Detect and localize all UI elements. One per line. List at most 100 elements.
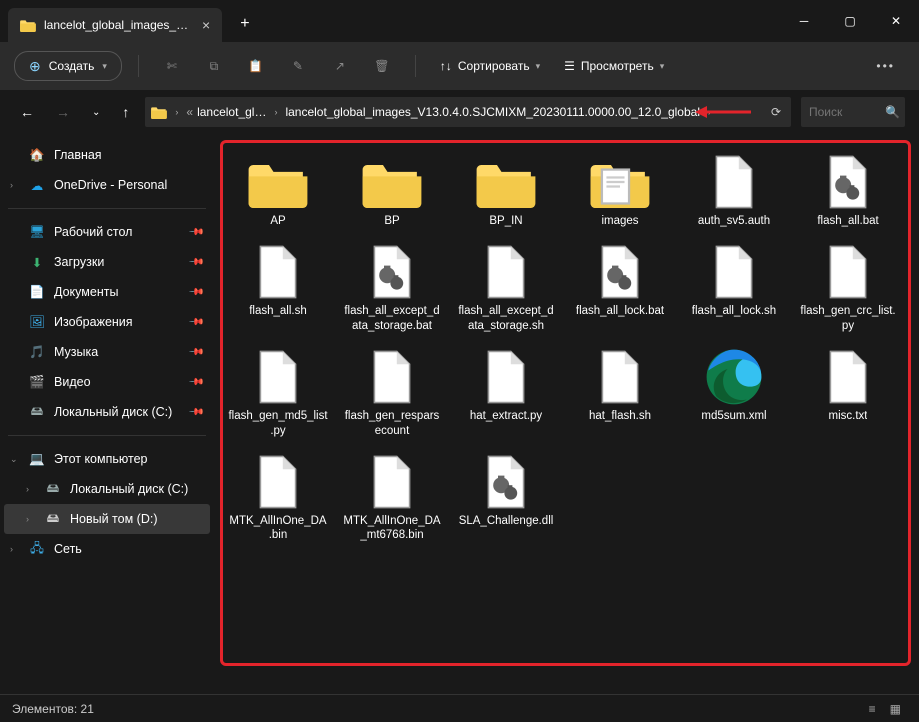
blank-icon	[710, 243, 758, 301]
folder-icon	[360, 156, 424, 208]
sidebar-label: Локальный диск (C:)	[54, 405, 172, 419]
search-input[interactable]	[809, 105, 879, 119]
paste-icon[interactable]: 📋	[239, 49, 273, 83]
file-item[interactable]: hat_flash.sh	[566, 343, 674, 442]
delete-icon[interactable]: 🗑	[365, 49, 399, 83]
file-name: flash_all_except_data_storage.bat	[342, 304, 442, 333]
file-item[interactable]: flash_all.sh	[224, 238, 332, 337]
drive-icon: 🖴	[44, 480, 62, 498]
forward-button[interactable]: →	[50, 98, 76, 126]
file-item[interactable]: flash_gen_crc_list.py	[794, 238, 902, 337]
chevron-right-icon[interactable]: ›	[10, 180, 13, 190]
file-item[interactable]: MTK_AllInOne_DA.bin	[224, 448, 332, 547]
status-bar: Элементов: 21 ≡ ▦	[0, 694, 919, 722]
file-item[interactable]: flash_all.bat	[794, 148, 902, 232]
maximize-button[interactable]: ▢	[827, 0, 873, 42]
pin-icon: 📌	[187, 254, 204, 271]
sidebar-label: Музыка	[54, 345, 98, 359]
file-name: hat_extract.py	[470, 409, 542, 423]
file-item[interactable]: flash_all_except_data_storage.sh	[452, 238, 560, 337]
file-icon	[586, 152, 654, 212]
close-button[interactable]: ✕	[873, 0, 919, 42]
file-item[interactable]: flash_all_lock.sh	[680, 238, 788, 337]
icons-view-icon[interactable]: ▦	[884, 700, 907, 718]
file-item[interactable]: SLA_Challenge.dll	[452, 448, 560, 547]
breadcrumb-item[interactable]: lancelot_gl…	[197, 105, 266, 119]
sidebar-downloads[interactable]: ⬇ Загрузки 📌	[4, 247, 210, 277]
view-button[interactable]: ☰ Просмотреть ▾	[556, 55, 672, 77]
recent-chevron-icon[interactable]: ⌄	[86, 101, 106, 124]
details-view-icon[interactable]: ≡	[863, 700, 882, 718]
file-item[interactable]: BP_IN	[452, 148, 560, 232]
file-item[interactable]: AP	[224, 148, 332, 232]
sidebar-disk-c[interactable]: 🖴 Локальный диск (C:) 📌	[4, 397, 210, 427]
view-label: Просмотреть	[581, 59, 654, 73]
refresh-icon[interactable]: ⟳	[767, 101, 785, 123]
plus-icon: ⊕	[29, 58, 41, 75]
file-item[interactable]: misc.txt	[794, 343, 902, 442]
share-icon[interactable]: ↗	[323, 49, 357, 83]
file-icon	[244, 347, 312, 407]
sidebar-onedrive[interactable]: › ☁ OneDrive - Personal	[4, 170, 210, 200]
chevron-right-icon[interactable]: ›	[26, 514, 29, 524]
file-icon	[814, 152, 882, 212]
chevron-right-icon[interactable]: ›	[26, 484, 29, 494]
blank-icon	[254, 453, 302, 511]
sidebar-label: Документы	[54, 285, 118, 299]
sidebar-documents[interactable]: 📄 Документы 📌	[4, 277, 210, 307]
cut-icon[interactable]: ✄	[155, 49, 189, 83]
sidebar-network[interactable]: › 🖧 Сеть	[4, 534, 210, 564]
file-name: md5sum.xml	[701, 409, 766, 423]
file-item[interactable]: MTK_AllInOne_DA_mt6768.bin	[338, 448, 446, 547]
file-item[interactable]: flash_all_except_data_storage.bat	[338, 238, 446, 337]
overflow-button[interactable]: •••	[866, 55, 905, 77]
rename-icon[interactable]: ✎	[281, 49, 315, 83]
sidebar-label: Изображения	[54, 315, 133, 329]
body: 🏠 Главная › ☁ OneDrive - Personal 🖥 Рабо…	[0, 134, 919, 694]
view-icon: ☰	[564, 59, 575, 73]
active-tab[interactable]: lancelot_global_images_V13.0 ×	[8, 8, 222, 42]
search-box[interactable]: 🔍	[801, 97, 905, 127]
sidebar-music[interactable]: 🎵 Музыка 📌	[4, 337, 210, 367]
folder-icon	[151, 105, 167, 119]
sidebar-home[interactable]: 🏠 Главная	[4, 140, 210, 170]
file-area[interactable]: APBPBP_INimagesauth_sv5.authflash_all.ba…	[214, 134, 919, 694]
bat-icon	[596, 243, 644, 301]
file-name: MTK_AllInOne_DA.bin	[228, 514, 328, 543]
sort-button[interactable]: ↑↓ Сортировать ▾	[432, 55, 548, 77]
file-item[interactable]: md5sum.xml	[680, 343, 788, 442]
file-name: MTK_AllInOne_DA_mt6768.bin	[342, 514, 442, 543]
file-item[interactable]: BP	[338, 148, 446, 232]
file-item[interactable]: auth_sv5.auth	[680, 148, 788, 232]
sidebar-pictures[interactable]: 🖼 Изображения 📌	[4, 307, 210, 337]
file-name: flash_all_lock.bat	[576, 304, 664, 318]
sidebar-disk-d[interactable]: › 🖴 Новый том (D:)	[4, 504, 210, 534]
navigation-bar: ← → ⌄ ↑ › « lancelot_gl… › lancelot_glob…	[0, 90, 919, 134]
minimize-button[interactable]: ─	[781, 0, 827, 42]
back-button[interactable]: ←	[14, 98, 40, 126]
file-item[interactable]: flash_gen_resparsecount	[338, 343, 446, 442]
file-item[interactable]: flash_all_lock.bat	[566, 238, 674, 337]
chevron-down-icon[interactable]: ⌄	[10, 454, 18, 465]
sidebar-videos[interactable]: 🎬 Видео 📌	[4, 367, 210, 397]
file-icon	[700, 152, 768, 212]
folder-icon	[20, 18, 36, 32]
close-tab-icon[interactable]: ×	[202, 17, 210, 33]
file-icon	[358, 242, 426, 302]
sidebar-desktop[interactable]: 🖥 Рабочий стол 📌	[4, 217, 210, 247]
sidebar-this-pc[interactable]: ⌄ 💻 Этот компьютер	[4, 444, 210, 474]
address-bar[interactable]: › « lancelot_gl… › lancelot_global_image…	[145, 97, 791, 127]
file-item[interactable]: flash_gen_md5_list.py	[224, 343, 332, 442]
up-button[interactable]: ↑	[116, 98, 135, 126]
new-tab-button[interactable]: +	[232, 11, 257, 37]
file-icon	[700, 347, 768, 407]
chevron-right-icon[interactable]: ›	[10, 544, 13, 554]
file-item[interactable]: images	[566, 148, 674, 232]
divider	[138, 55, 139, 77]
file-item[interactable]: hat_extract.py	[452, 343, 560, 442]
breadcrumb-item[interactable]: lancelot_global_images_V13.0.4.0.SJCMIXM…	[285, 105, 700, 119]
create-button[interactable]: ⊕ Создать ▾	[14, 51, 122, 81]
sidebar-disk-c[interactable]: › 🖴 Локальный диск (C:)	[4, 474, 210, 504]
file-icon	[472, 152, 540, 212]
copy-icon[interactable]: ⧉	[197, 49, 231, 83]
